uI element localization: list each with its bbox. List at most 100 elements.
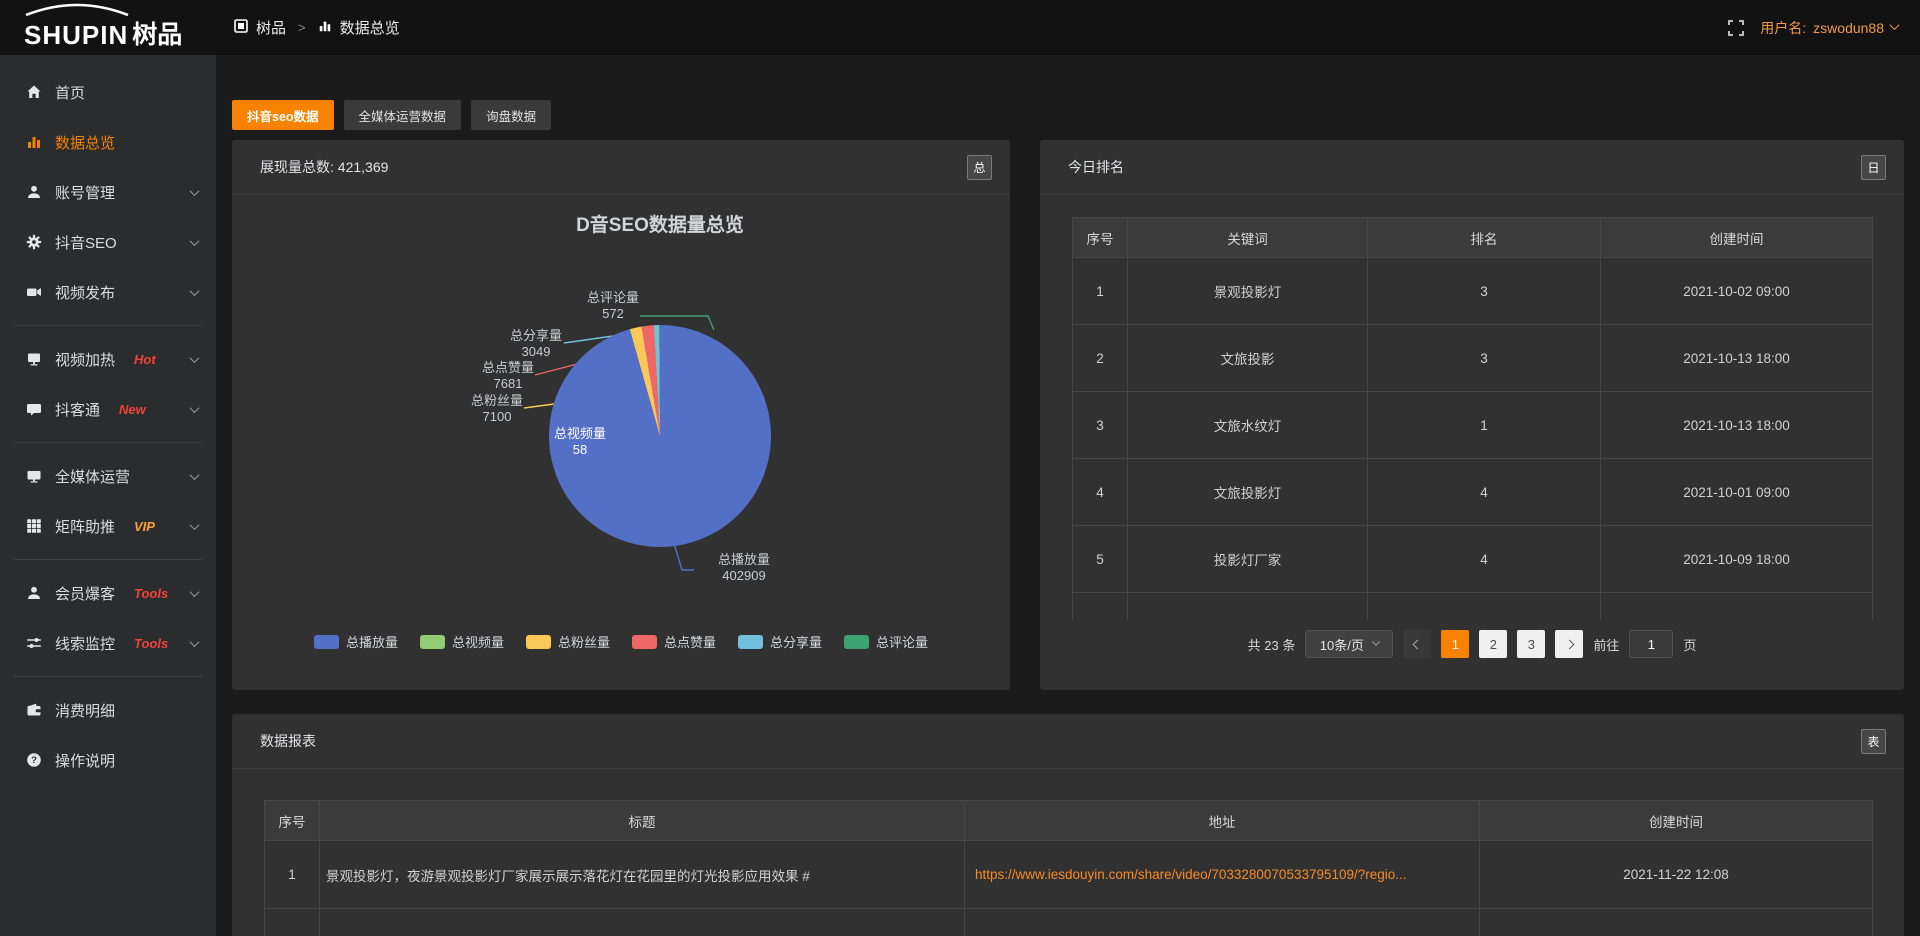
breadcrumb-current[interactable]: 数据总览 [340,17,400,38]
sidebar-item-account[interactable]: 账号管理 [0,167,216,217]
video-title-cell: 景观投影灯，夜游景观投影灯厂家展示展示落花灯在花园里的灯光投影应用效果 # [320,841,965,909]
today-ranking-panel: 今日排名 日 序号 关键词 排名 创建时间 1景观投影灯32021-10-02 … [1040,140,1904,690]
pie-chart-title: D音SEO数据量总览 [292,210,1028,237]
video-camera-icon [26,284,42,300]
impressions-chart-panel: 展现量总数: 421,369 总 D音SEO数据量总览 总评论量572 总分享量… [232,140,1010,690]
page-size-select[interactable]: 10条/页 [1305,630,1393,658]
legend-swatch [738,635,763,649]
sidebar-item-lead-monitor[interactable]: 线索监控 Tools [0,618,216,668]
logo-text-cn: 树品 [132,23,182,48]
sidebar-item-instructions[interactable]: ? 操作说明 [0,735,216,785]
report-panel-header: 数据报表 表 [232,714,1904,769]
chevron-down-icon [190,236,200,246]
user-icon [26,585,42,601]
chat-icon [26,401,42,417]
topbar-right: 用户名: zswodun88 [1728,18,1920,38]
legend-item-comments[interactable]: 总评论量 [844,632,928,651]
table-row-partial [1073,593,1873,619]
page-button-3[interactable]: 3 [1517,630,1545,658]
chevron-down-icon [190,637,200,647]
bar-chart-icon [318,19,332,37]
sidebar-item-video-heat[interactable]: 视频加热 Hot [0,334,216,384]
logo-text-en: SHUPIN [24,22,128,48]
chevron-down-icon [190,470,200,480]
sidebar-divider [14,676,202,677]
chevron-down-icon [190,286,200,296]
legend-item-likes[interactable]: 总点赞量 [632,632,716,651]
user-icon [26,184,42,200]
tools-badge: Tools [134,636,168,651]
data-tabs: 抖音seo数据 全媒体运营数据 询盘数据 [232,100,551,130]
ranking-table: 序号 关键词 排名 创建时间 1景观投影灯32021-10-02 09:00 2… [1072,217,1873,619]
goto-page-input[interactable]: 1 [1629,630,1673,658]
sidebar-item-video-publish[interactable]: 视频发布 [0,267,216,317]
tab-douyin-seo-data[interactable]: 抖音seo数据 [232,100,334,130]
chevron-down-icon [1890,20,1900,30]
report-panel-title: 数据报表 [260,731,316,751]
sidebar-item-omnimedia[interactable]: 全媒体运营 [0,451,216,501]
user-label: 用户名: [1760,18,1806,38]
goto-unit: 页 [1683,635,1696,654]
pie-label-plays: 总播放量402909 [694,552,794,584]
sidebar-item-spending-details[interactable]: 消费明细 [0,685,216,735]
fullscreen-icon[interactable] [1728,20,1744,36]
legend-item-plays[interactable]: 总播放量 [314,632,398,651]
shupin-square-icon [234,19,248,37]
pie-label-likes: 总点赞量7681 [458,360,558,392]
pie-label-comments: 总评论量572 [563,290,663,322]
page-button-1[interactable]: 1 [1441,630,1469,658]
pie-label-fans: 总粉丝量7100 [447,393,547,425]
pie-label-shares: 总分享量3049 [486,328,586,360]
bar-chart-icon [26,134,42,150]
table-row: 2文旅投影32021-10-13 18:00 [1073,325,1873,392]
wallet-icon [26,702,42,718]
chevron-down-icon [190,520,200,530]
sidebar-item-matrix-boost[interactable]: 矩阵助推 VIP [0,501,216,551]
app-logo[interactable]: SHUPIN 树品 [0,0,216,55]
legend-item-videos[interactable]: 总视频量 [420,632,504,651]
tools-badge: Tools [134,586,168,601]
sidebar-item-member-burst[interactable]: 会员爆客 Tools [0,568,216,618]
video-url-link[interactable]: https://www.iesdouyin.com/share/video/70… [965,841,1480,909]
pagination-total: 共 23 条 [1248,635,1296,654]
tab-inquiry-data[interactable]: 询盘数据 [471,100,551,130]
day-view-button[interactable]: 日 [1861,155,1886,180]
page-button-2[interactable]: 2 [1479,630,1507,658]
chevron-down-icon [190,353,200,363]
svg-text:?: ? [31,755,37,766]
legend-swatch [844,635,869,649]
gear-icon [26,234,42,250]
sidebar-divider [14,559,202,560]
report-table: 序号 标题 地址 创建时间 1 景观投影灯，夜游景观投影灯厂家展示展示落花灯在花… [264,800,1873,936]
chevron-down-icon [1372,637,1380,645]
total-view-button[interactable]: 总 [967,155,992,180]
prev-page-button[interactable] [1403,630,1431,658]
sidebar: 首页 数据总览 账号管理 抖音SEO 视频发布 视频加热 Hot 抖客通 New… [0,55,216,936]
chevron-down-icon [190,587,200,597]
screen-icon [26,351,42,367]
sidebar-item-douketong[interactable]: 抖客通 New [0,384,216,434]
chevron-right-icon [1564,639,1574,649]
tab-omnimedia-data[interactable]: 全媒体运营数据 [344,100,462,130]
main-content: 抖音seo数据 全媒体运营数据 询盘数据 展现量总数: 421,369 总 D音… [216,55,1920,936]
table-view-button[interactable]: 表 [1861,729,1886,754]
home-icon [26,84,42,100]
sidebar-item-douyin-seo[interactable]: 抖音SEO [0,217,216,267]
grid-icon [26,518,42,534]
chevron-down-icon [190,186,200,196]
sidebar-item-data-overview[interactable]: 数据总览 [0,117,216,167]
legend-swatch [420,635,445,649]
chart-panel-header: 展现量总数: 421,369 总 [232,140,1010,195]
chart-legend: 总播放量 总视频量 总粉丝量 总点赞量 总分享量 总评论量 [232,632,1010,651]
username-value: zswodun88 [1813,20,1884,36]
next-page-button[interactable] [1555,630,1583,658]
sliders-icon [26,635,42,651]
table-header-row: 序号 标题 地址 创建时间 [265,801,1873,841]
legend-item-fans[interactable]: 总粉丝量 [526,632,610,651]
vip-badge: VIP [134,519,155,534]
breadcrumb-root[interactable]: 树品 [256,17,286,38]
legend-item-shares[interactable]: 总分享量 [738,632,822,651]
breadcrumb: 树品 > 数据总览 [234,17,400,38]
user-menu[interactable]: 用户名: zswodun88 [1760,18,1898,38]
sidebar-item-home[interactable]: 首页 [0,67,216,117]
